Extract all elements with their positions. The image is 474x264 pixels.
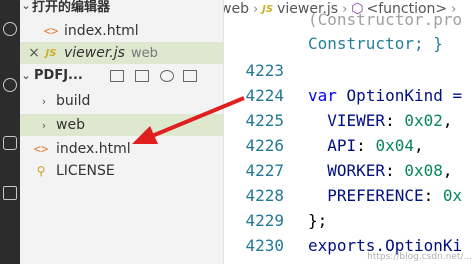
- source-control-icon[interactable]: [3, 136, 17, 150]
- code-line: Constructor; }: [308, 34, 443, 53]
- open-editor-filename: viewer.js: [64, 45, 125, 61]
- open-editors-label: 打开的编辑器: [32, 0, 111, 15]
- tree-item-label: index.html: [56, 141, 131, 157]
- chevron-right-icon: ›: [252, 1, 259, 17]
- code-line-partial: (Constructor.pro: [308, 10, 463, 29]
- close-icon[interactable]: ×: [26, 45, 42, 61]
- chevron-right-icon: ›: [41, 118, 47, 132]
- project-label: PDFJ...: [34, 67, 83, 83]
- chevron-down-icon: ⌄: [21, 0, 31, 12]
- line-number: 4230: [245, 236, 284, 255]
- chevron-right-icon: ›: [41, 94, 47, 108]
- extensions-icon[interactable]: [3, 186, 17, 200]
- code-line: VIEWER: 0x02,: [327, 111, 453, 130]
- tree-item-label: LICENSE: [56, 163, 115, 179]
- html-file-icon: <>: [33, 142, 49, 156]
- code-line: API: 0x04,: [327, 136, 424, 155]
- collapse-all-icon[interactable]: [183, 70, 197, 82]
- watermark: https://blog.csdn.net/...: [367, 252, 472, 262]
- tree-file-index-html[interactable]: <> index.html: [20, 138, 223, 160]
- line-number: 4224: [245, 86, 284, 105]
- open-editor-folder: web: [130, 45, 158, 61]
- code-line: WORKER: 0x08,: [327, 161, 453, 180]
- code-line: var OptionKind =: [308, 86, 463, 105]
- tree-item-label: web: [56, 117, 85, 133]
- breadcrumb-folder[interactable]: web: [224, 1, 249, 17]
- html-file-icon: <>: [43, 24, 59, 38]
- tree-file-license[interactable]: ⚲ LICENSE: [20, 160, 223, 182]
- license-file-icon: ⚲: [36, 164, 46, 178]
- refresh-icon[interactable]: [160, 70, 174, 82]
- tree-folder-build[interactable]: › build: [20, 90, 223, 112]
- search-icon[interactable]: [3, 22, 17, 36]
- code-editor[interactable]: web › JS viewer.js › ⬡ <function> › (Con…: [224, 0, 474, 264]
- new-file-icon[interactable]: [110, 70, 124, 82]
- line-number: 4229: [245, 211, 284, 230]
- open-editor-filename: index.html: [64, 23, 139, 39]
- line-number: 4225: [245, 111, 284, 130]
- line-number: 4228: [245, 186, 284, 205]
- activity-bar: [0, 0, 20, 264]
- code-line: };: [308, 211, 328, 230]
- open-editor-item-active[interactable]: × JS viewer.js web: [20, 42, 223, 64]
- line-number: 4227: [245, 161, 284, 180]
- code-line: PREFERENCE: 0x: [327, 186, 463, 205]
- open-editor-item[interactable]: <> index.html: [20, 20, 223, 42]
- explorer-sidebar: ⌄ 打开的编辑器 <> index.html × JS viewer.js we…: [20, 0, 224, 264]
- tree-item-label: build: [56, 93, 91, 109]
- open-editors-header[interactable]: ⌄ 打开的编辑器: [20, 0, 223, 15]
- js-file-icon: JS: [45, 47, 57, 59]
- account-icon[interactable]: [3, 78, 17, 92]
- line-number: 4226: [245, 136, 284, 155]
- line-number: 4223: [245, 61, 284, 80]
- chevron-down-icon: ⌄: [21, 68, 31, 82]
- new-folder-icon[interactable]: [135, 70, 149, 82]
- tree-folder-web[interactable]: › web: [20, 114, 223, 136]
- js-file-icon: JS: [262, 3, 274, 15]
